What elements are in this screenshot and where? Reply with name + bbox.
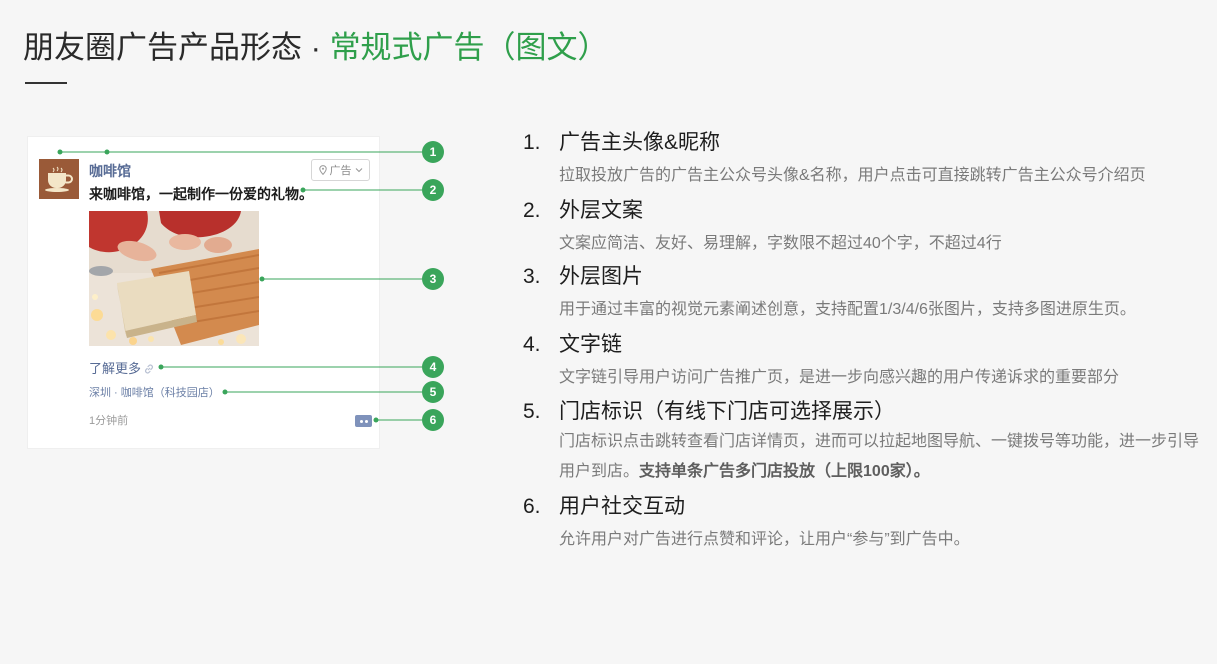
feature-number: 6. [523,495,541,518]
feature-description: 拉取投放广告的广告主公众号头像&名称，用户点击可直接跳转广告主公众号介绍页 [559,161,1205,191]
slide-title-highlight: 常规式广告（图文） [329,30,609,65]
ad-tag-label: 广告 [329,165,352,177]
feature-heading: 6. 用户社交互动 [523,492,1205,522]
feature-item-3: 3. 外层图片 用于通过丰富的视觉元素阐述创意，支持配置1/3/4/6张图片，支… [523,262,1205,325]
feature-title: 广告主头像&昵称 [559,131,721,154]
feature-description: 允许用户对广告进行点赞和评论，让用户“参与”到广告中。 [559,525,1205,555]
feature-number: 5. [523,400,541,423]
feature-heading: 1. 广告主头像&昵称 [523,128,1205,158]
feature-description: 文字链引导用户访问广告推广页，是进一步向感兴趣的用户传递诉求的重要部分 [559,363,1205,393]
feature-description-text: 文案应简洁、友好、易理解，字数限不超过40个字，不超过4行 [559,235,1002,252]
title-underline [25,82,67,84]
ad-copy-text: 来咖啡馆，一起制作一份爱的礼物。 [89,186,313,202]
feature-title: 外层文案 [559,199,643,222]
feature-description: 用于通过丰富的视觉元素阐述创意，支持配置1/3/4/6张图片，支持多图进原生页。 [559,295,1205,325]
feature-description: 文案应简洁、友好、易理解，字数限不超过40个字，不超过4行 [559,229,1205,259]
feature-heading: 2. 外层文案 [523,196,1205,226]
slide-title-prefix: 朋友圈广告产品形态 · [23,30,330,65]
comment-icon[interactable] [355,415,372,427]
feature-item-2: 2. 外层文案 文案应简洁、友好、易理解，字数限不超过40个字，不超过4行 [523,196,1205,259]
feature-description-text: 文字链引导用户访问广告推广页，是进一步向感兴趣的用户传递诉求的重要部分 [559,369,1120,386]
feature-description-text: 拉取投放广告的广告主公众号头像&名称，用户点击可直接跳转广告主公众号介绍页 [559,167,1146,184]
feature-title: 外层图片 [559,265,643,288]
feature-number: 2. [523,199,541,222]
feature-description: 门店标识点击跳转查看门店详情页，进而可以拉起地图导航、一键拨号等功能，进一步引导… [559,427,1205,487]
feature-description-emphasis: 支持单条广告多门店投放（上限100家）。 [639,463,930,480]
feature-item-1: 1. 广告主头像&昵称 拉取投放广告的广告主公众号头像&名称，用户点击可直接跳转… [523,128,1205,191]
coffee-cup-icon [45,166,73,192]
feature-description-text: 允许用户对广告进行点赞和评论，让用户“参与”到广告中。 [559,531,970,548]
feature-heading: 4. 文字链 [523,330,1205,360]
feature-title: 用户社交互动 [559,495,685,518]
slide-title: 朋友圈广告产品形态 · 常规式广告（图文） [23,28,609,68]
feature-number: 3. [523,265,541,288]
feature-item-4: 4. 文字链 文字链引导用户访问广告推广页，是进一步向感兴趣的用户传递诉求的重要… [523,330,1205,393]
callout-number: 3 [430,272,437,286]
ad-image[interactable] [89,211,259,346]
callout-number: 4 [430,360,437,374]
feature-heading: 3. 外层图片 [523,262,1205,292]
callout-number: 6 [430,413,437,427]
callout-number: 5 [430,385,437,399]
post-timestamp: 1分钟前 [89,415,129,427]
feature-item-6: 6. 用户社交互动 允许用户对广告进行点赞和评论，让用户“参与”到广告中。 [523,492,1205,555]
text-link[interactable]: 了解更多 [89,359,155,379]
moments-ad-card: 咖啡馆 广告 来咖啡馆，一起制作一份爱的礼物。 了解更多 深圳 · 咖啡馆（科技… [27,136,380,449]
feature-item-5: 5. 门店标识（有线下门店可选择展示） 门店标识点击跳转查看门店详情页，进而可以… [523,397,1205,487]
feature-number: 1. [523,131,541,154]
chevron-down-icon [355,168,362,173]
feature-title: 文字链 [559,333,622,356]
text-link-label: 了解更多 [89,361,142,376]
location-pin-icon [318,165,327,175]
feature-title: 门店标识（有线下门店可选择展示） [559,400,895,423]
feature-number: 4. [523,333,541,356]
feature-description-text: 用于通过丰富的视觉元素阐述创意，支持配置1/3/4/6张图片，支持多图进原生页。 [559,301,1136,318]
advertiser-avatar[interactable] [39,159,79,199]
advertiser-name[interactable]: 咖啡馆 [89,161,131,181]
callout-number: 2 [430,183,437,197]
link-icon [145,364,153,374]
store-location-link[interactable]: 深圳 · 咖啡馆（科技园店） [89,385,220,401]
ad-photo [89,211,259,346]
callout-6: 6 [373,409,444,431]
callout-number: 1 [430,145,437,159]
feature-heading: 5. 门店标识（有线下门店可选择展示） [523,397,1205,427]
ad-tag-button[interactable]: 广告 [311,159,370,181]
